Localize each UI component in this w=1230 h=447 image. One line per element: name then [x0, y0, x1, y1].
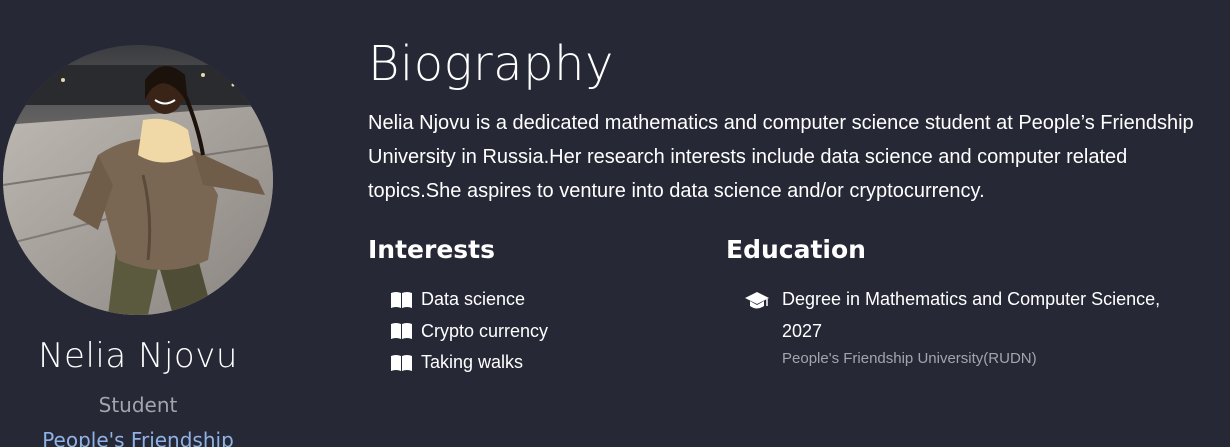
- interests-title: Interests: [368, 235, 496, 264]
- profile-affiliation-link[interactable]: People's Friendship: [0, 428, 276, 447]
- list-item: Crypto currency: [390, 316, 548, 348]
- interests-list: Data science Crypto currency Taking walk…: [390, 284, 548, 379]
- interest-label: Crypto currency: [421, 320, 549, 341]
- interest-label: Data science: [421, 289, 526, 309]
- list-item: Taking walks: [390, 347, 548, 379]
- interest-label: Taking walks: [421, 352, 524, 372]
- biography-title: Biography: [368, 36, 614, 92]
- book-open-icon: [390, 291, 413, 309]
- about-section: Nelia Njovu Student People's Friendship …: [0, 0, 1230, 447]
- avatar: [3, 45, 273, 315]
- profile-role: Student: [98, 393, 178, 417]
- biography-text: Nelia Njovu is a dedicated mathematics a…: [368, 112, 1194, 202]
- book-open-icon: [390, 354, 413, 372]
- education-title: Education: [726, 235, 866, 264]
- list-item: Data science: [390, 284, 548, 316]
- profile-card: Nelia Njovu Student People's Friendship: [0, 0, 276, 447]
- book-open-icon: [390, 322, 413, 340]
- profile-name: Nelia Njovu: [38, 336, 238, 376]
- education-degree: Degree in Mathematics and Computer Scien…: [782, 289, 1161, 341]
- graduation-cap-icon: [744, 290, 770, 312]
- education-institution: People's Friendship University(RUDN): [782, 350, 1037, 367]
